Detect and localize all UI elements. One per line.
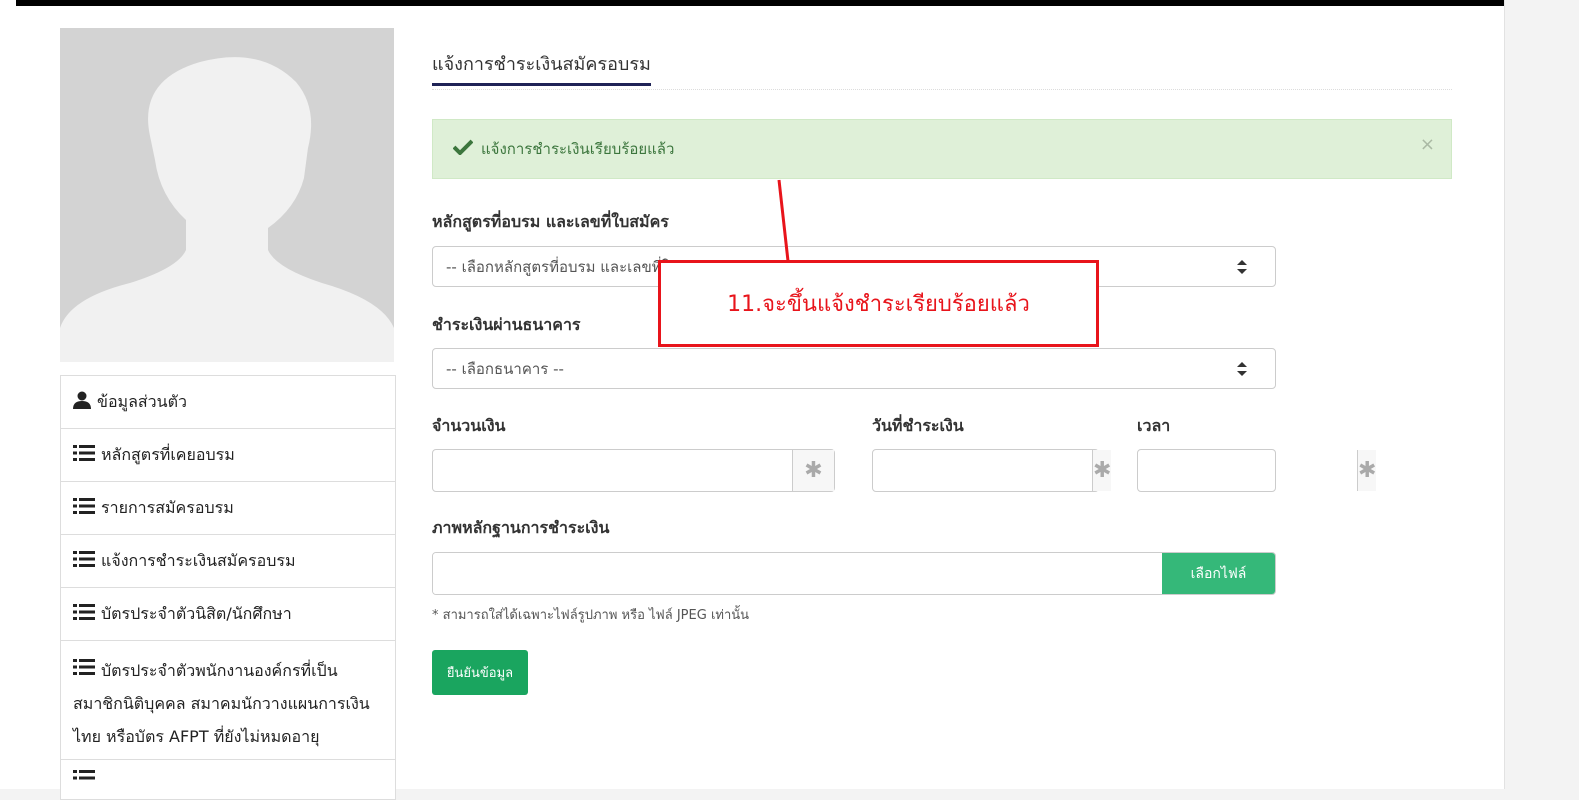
bank-select-value: -- เลือกธนาคาร -- — [446, 359, 564, 378]
sidebar-item-label: บัตรประจำตัวพนักงานองค์กรที่เป็นสมาชิกนิ… — [73, 654, 383, 753]
sidebar-item-label: หลักสูตรที่เคยอบรม — [101, 444, 235, 464]
sidebar-item-past-courses[interactable]: หลักสูตรที่เคยอบรม — [61, 429, 395, 482]
annotation-callout: 11.จะขึ้นแจ้งชำระเรียบร้อยแล้ว — [658, 260, 1099, 347]
sidebar-item-cutoff[interactable] — [61, 760, 395, 800]
bank-label: ชำระเงินผ่านธนาคาร — [432, 315, 581, 334]
tab-payment-notice[interactable]: แจ้งการชำระเงินสมัครอบรม — [432, 44, 651, 86]
check-icon — [452, 139, 474, 159]
course-label: หลักสูตรที่อบรม และเลขที่ใบสมัคร — [432, 212, 669, 231]
sidebar-item-registrations[interactable]: รายการสมัครอบรม — [61, 482, 395, 535]
time-label: เวลา — [1137, 416, 1171, 435]
asterisk-icon: ✱ — [1357, 450, 1377, 491]
select-arrows-icon — [1237, 260, 1247, 278]
choose-file-button[interactable]: เลือกไฟล์ — [1162, 553, 1275, 594]
user-icon — [73, 391, 91, 413]
sidebar-item-label: ข้อมูลส่วนตัว — [97, 391, 187, 411]
list-icon — [73, 654, 95, 687]
evidence-file-input[interactable] — [433, 553, 1162, 594]
file-type-note: * สามารถใส่ได้เฉพาะไฟล์รูปภาพ หรือ ไฟล์ … — [432, 608, 750, 623]
evidence-label: ภาพหลักฐานการชำระเงิน — [432, 518, 610, 537]
list-icon — [73, 603, 95, 625]
sidebar-menu: ข้อมูลส่วนตัว หลักสูตรที่เคยอบรม รายการส… — [60, 375, 396, 800]
avatar-silhouette-icon — [60, 28, 394, 362]
top-bar — [16, 0, 1504, 6]
list-icon — [73, 769, 95, 791]
select-arrows-icon — [1237, 362, 1247, 380]
amount-input[interactable] — [433, 450, 792, 491]
page: ข้อมูลส่วนตัว หลักสูตรที่เคยอบรม รายการส… — [0, 0, 1505, 800]
sidebar-item-employee-card[interactable]: บัตรประจำตัวพนักงานองค์กรที่เป็นสมาชิกนิ… — [61, 641, 395, 760]
pay-date-label: วันที่ชำระเงิน — [872, 416, 964, 435]
pay-date-input-group: ✱ — [872, 449, 1112, 492]
sidebar-item-label: รายการสมัครอบรม — [101, 497, 234, 517]
amount-input-group: ✱ — [432, 449, 835, 492]
submit-button[interactable]: ยืนยันข้อมูล — [432, 650, 528, 695]
amount-label: จำนวนเงิน — [432, 416, 506, 435]
success-alert: แจ้งการชำระเงินเรียบร้อยแล้ว × — [432, 119, 1452, 179]
list-icon — [73, 497, 95, 519]
asterisk-icon: ✱ — [792, 450, 834, 491]
avatar — [60, 28, 394, 362]
sidebar-item-label: บัตรประจำตัวนิสิต/นักศึกษา — [101, 603, 292, 623]
alert-message: แจ้งการชำระเงินเรียบร้อยแล้ว — [481, 140, 675, 158]
sidebar-item-student-card[interactable]: บัตรประจำตัวนิสิต/นักศึกษา — [61, 588, 395, 641]
close-icon[interactable]: × — [1420, 134, 1435, 155]
asterisk-icon: ✱ — [1092, 450, 1112, 491]
list-icon — [73, 550, 95, 572]
pay-date-input[interactable] — [873, 450, 1092, 491]
sidebar-item-label: แจ้งการชำระเงินสมัครอบรม — [101, 550, 296, 570]
list-icon — [73, 444, 95, 466]
evidence-file-group: เลือกไฟล์ — [432, 552, 1276, 595]
bank-select[interactable]: -- เลือกธนาคาร -- — [432, 348, 1276, 389]
sidebar-item-payment-notice[interactable]: แจ้งการชำระเงินสมัครอบรม — [61, 535, 395, 588]
sidebar-item-profile[interactable]: ข้อมูลส่วนตัว — [61, 376, 395, 429]
time-input[interactable] — [1138, 450, 1357, 491]
time-input-group: ✱ — [1137, 449, 1377, 492]
tab-bar: แจ้งการชำระเงินสมัครอบรม — [432, 44, 1452, 90]
